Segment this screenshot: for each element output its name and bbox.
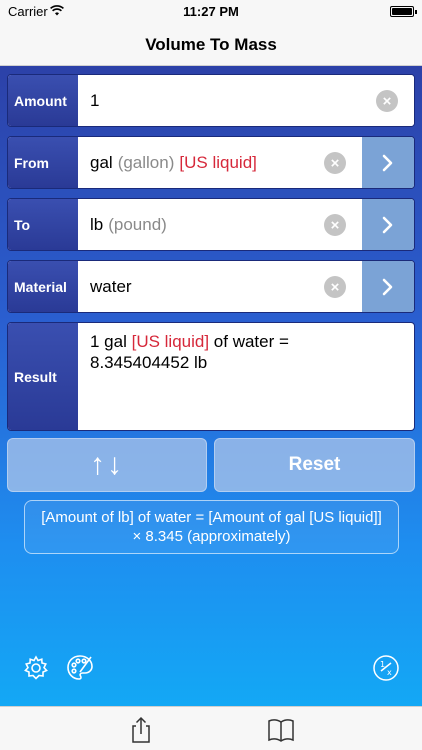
formula-text: [Amount of lb] of water = [Amount of gal…: [41, 509, 382, 545]
gear-icon[interactable]: [20, 652, 52, 684]
amount-label: Amount: [8, 75, 78, 126]
material-label: Material: [8, 261, 78, 312]
amount-value: 1: [90, 90, 100, 110]
clear-icon[interactable]: ×: [324, 152, 346, 174]
formula-box: [Amount of lb] of water = [Amount of gal…: [24, 500, 399, 554]
chevron-right-icon: [382, 154, 393, 171]
amount-input[interactable]: 1: [78, 75, 414, 126]
to-unit-field[interactable]: lb (pound): [78, 199, 362, 250]
result-suffix: of water =: [209, 332, 289, 351]
battery-icon: [390, 6, 417, 17]
from-unit-field[interactable]: gal (gallon) [US liquid]: [78, 137, 362, 188]
result-row: Result 1 gal [US liquid] of water = 8.34…: [7, 322, 415, 431]
material-chevron-button[interactable]: [362, 261, 414, 312]
chevron-right-icon: [382, 278, 393, 295]
clear-icon[interactable]: ×: [324, 214, 346, 236]
to-label: To: [8, 199, 78, 250]
tab-bar: [0, 706, 422, 750]
from-chevron-button[interactable]: [362, 137, 414, 188]
book-icon[interactable]: [266, 715, 296, 745]
palette-icon[interactable]: [64, 652, 96, 684]
main-content: Amount 1 × From gal (gallon) [US liquid]…: [0, 66, 422, 706]
nav-bar: Volume To Mass: [0, 22, 422, 66]
from-unit-qualifier: [US liquid]: [179, 152, 257, 172]
material-row: Material water ×: [7, 260, 415, 313]
material-field[interactable]: water: [78, 261, 362, 312]
result-line-2: 8.345404452 lb: [90, 353, 208, 372]
clear-icon[interactable]: ×: [376, 90, 398, 112]
from-unit: gal: [90, 152, 113, 172]
to-unit: lb: [90, 214, 104, 234]
swap-button[interactable]: ↑↓: [7, 438, 207, 492]
to-chevron-button[interactable]: [362, 199, 414, 250]
svg-text:x: x: [387, 668, 392, 677]
page-title: Volume To Mass: [145, 35, 277, 54]
from-unit-name: (gallon): [117, 152, 175, 172]
result-text: 1 gal [US liquid] of water = 8.345404452…: [90, 331, 402, 373]
result-prefix: 1 gal: [90, 332, 132, 351]
swap-arrows-icon: ↑↓: [90, 448, 124, 481]
amount-row: Amount 1 ×: [7, 74, 415, 127]
chevron-right-icon: [382, 216, 393, 233]
clear-icon[interactable]: ×: [324, 276, 346, 298]
share-icon[interactable]: [126, 715, 156, 745]
fraction-icon[interactable]: 1x: [370, 652, 402, 684]
material-value: water: [90, 276, 132, 296]
result-qualifier: [US liquid]: [131, 332, 210, 351]
status-bar: Carrier 11:27 PM: [0, 0, 422, 22]
result-line-1: 1 gal [US liquid] of water =: [90, 331, 402, 352]
from-row: From gal (gallon) [US liquid] ×: [7, 136, 415, 189]
reset-button[interactable]: Reset: [214, 438, 415, 492]
result-label: Result: [8, 323, 78, 430]
from-label: From: [8, 137, 78, 188]
svg-text:1: 1: [380, 660, 385, 669]
to-row: To lb (pound) ×: [7, 198, 415, 251]
clock: 11:27 PM: [183, 4, 239, 19]
to-unit-name: (pound): [108, 214, 167, 234]
